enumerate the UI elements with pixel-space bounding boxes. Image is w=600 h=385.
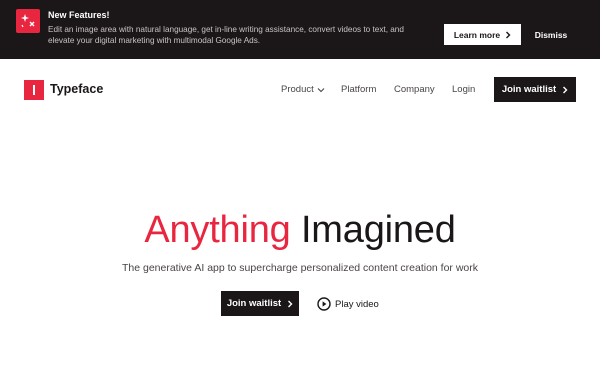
- learn-more-button[interactable]: Learn more: [444, 24, 521, 45]
- nav-item-product-label: Product: [281, 84, 314, 95]
- hero-subtitle: The generative AI app to supercharge per…: [121, 262, 479, 274]
- nav-item-company[interactable]: Company: [394, 84, 435, 95]
- hero-title-accent: Anything: [144, 209, 291, 251]
- learn-more-label: Learn more: [453, 29, 501, 40]
- nav-item-login[interactable]: Login: [452, 84, 475, 95]
- chevron-down-icon: [317, 87, 325, 92]
- hero-join-waitlist-label: Join waitlist: [226, 298, 282, 309]
- nav-join-waitlist-button[interactable]: Join waitlist: [494, 77, 576, 102]
- nav-item-platform[interactable]: Platform: [341, 84, 376, 95]
- typeface-logo-icon[interactable]: [24, 80, 44, 100]
- hero-title-rest: Imagined: [290, 209, 456, 251]
- chevron-right-icon: [288, 300, 293, 307]
- play-video-button[interactable]: Play video: [317, 296, 379, 312]
- banner-text: Edit an image area with natural language…: [48, 25, 404, 45]
- sparkle-icon: [16, 9, 40, 33]
- brand-name[interactable]: Typeface: [50, 82, 103, 96]
- hero-join-waitlist-button[interactable]: Join waitlist: [221, 291, 299, 316]
- top-navigation: Typeface Product Platform Company Login …: [0, 59, 600, 121]
- nav-join-waitlist-label: Join waitlist: [501, 84, 557, 95]
- play-circle-icon: [317, 297, 331, 311]
- nav-item-product[interactable]: Product: [281, 84, 325, 95]
- chevron-right-icon: [563, 86, 568, 93]
- chevron-right-icon: [506, 31, 511, 38]
- banner-title: New Features!: [48, 10, 110, 20]
- hero-title: Anything Imagined: [0, 206, 600, 254]
- play-video-label: Play video: [335, 298, 379, 310]
- dismiss-button[interactable]: Dismiss: [530, 24, 572, 45]
- announcement-banner: New Features! Edit an image area with na…: [0, 0, 600, 59]
